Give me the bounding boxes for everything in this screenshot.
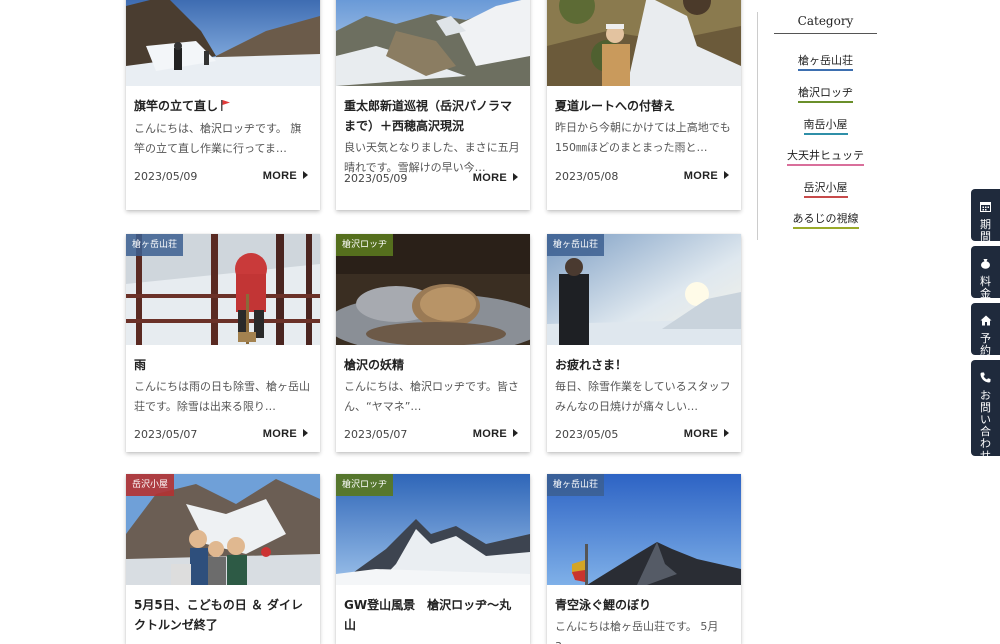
post-title[interactable]: 夏道ルートへの付替え: [555, 96, 733, 116]
post-excerpt: こんにちは、槍沢ロッヂです。 旗竿の立て直し作業に行ってま…: [134, 122, 302, 155]
post-footer: 2023/05/09 MORE: [134, 170, 312, 184]
post-excerpt: こんにちは、槍沢ロッヂです。皆さん、“ヤマネ”…: [344, 380, 519, 413]
category-link-yarigatake-sanso[interactable]: 槍ヶ岳山荘: [774, 52, 877, 71]
post-card[interactable]: 槍ヶ岳山荘 お疲れさま！ 毎日、除雪作業をしているスタッフみんなの日焼けが痛々し…: [547, 234, 741, 452]
post-footer: 2023/05/07 MORE: [134, 428, 312, 442]
side-tab-label: 予約: [980, 332, 991, 357]
post-thumbnail[interactable]: 槍ヶ岳山荘: [547, 474, 741, 585]
post-thumbnail[interactable]: 槍ヶ岳山荘: [547, 234, 741, 345]
post-card[interactable]: 槍沢ロッヂ 槍沢の妖精 こんにちは、槍沢ロッヂです。皆さん、“ヤマネ”… 202…: [336, 234, 530, 452]
arrow-right-icon: [724, 429, 729, 437]
category-link-label: 大天井ヒュッテ: [787, 149, 864, 166]
post-card[interactable]: 槍沢ロッヂ GW登山風景 槍沢ロッヂ～丸山: [336, 474, 530, 644]
more-link[interactable]: MORE: [263, 170, 308, 182]
post-date: 2023/05/09: [344, 172, 408, 185]
post-title[interactable]: 槍沢の妖精: [344, 355, 522, 375]
category-link-aruji-no-shisen[interactable]: あるじの視線: [774, 210, 877, 229]
post-title[interactable]: 青空泳ぐ鯉のぼり: [555, 595, 733, 615]
post-thumbnail[interactable]: 槍沢ロッヂ: [336, 474, 530, 585]
post-grid: 旗竿の立て直し こんにちは、槍沢ロッヂです。 旗竿の立て直し作業に行ってま… 2…: [0, 0, 760, 644]
category-link-label: あるじの視線: [792, 212, 859, 229]
side-tab-contact[interactable]: お問い合わせ: [971, 360, 1000, 462]
post-thumbnail[interactable]: [336, 0, 530, 86]
category-tag[interactable]: 槍ヶ岳山荘: [547, 474, 605, 496]
post-title[interactable]: お疲れさま！: [555, 355, 733, 375]
post-date: 2023/05/05: [555, 428, 619, 441]
post-title[interactable]: GW登山風景 槍沢ロッヂ～丸山: [344, 595, 522, 635]
phone-icon: [971, 368, 1000, 387]
post-excerpt: 昨日から今朝にかけては上高地でも150㎜ほどのまとまった雨と…: [555, 121, 731, 154]
side-tab-period[interactable]: 期間: [971, 189, 1000, 243]
more-link[interactable]: MORE: [684, 428, 729, 440]
side-tab-label: 期間: [980, 218, 991, 243]
post-excerpt: こんにちは槍ヶ岳山荘です。 5月3…: [555, 620, 719, 644]
category-tag[interactable]: 槍ヶ岳山荘: [547, 234, 605, 256]
category-link-label: 岳沢小屋: [803, 181, 848, 198]
post-thumbnail[interactable]: 岳沢小屋: [126, 474, 320, 585]
side-tab-price[interactable]: 料金: [971, 246, 1000, 300]
post-thumbnail[interactable]: 槍沢ロッヂ: [336, 234, 530, 345]
post-card[interactable]: 旗竿の立て直し こんにちは、槍沢ロッヂです。 旗竿の立て直し作業に行ってま… 2…: [126, 0, 320, 210]
category-link-otenshodake-hutte[interactable]: 大天井ヒュッテ: [774, 147, 877, 166]
money-bag-icon: [971, 254, 1000, 273]
category-link-yarisawa-lodge[interactable]: 槍沢ロッヂ: [774, 84, 877, 103]
arrow-right-icon: [303, 429, 308, 437]
post-footer: 2023/05/09 MORE: [344, 172, 522, 186]
post-thumbnail[interactable]: [126, 0, 320, 86]
category-tag[interactable]: 槍沢ロッヂ: [336, 474, 394, 496]
post-card[interactable]: 槍ヶ岳山荘 青空泳ぐ鯉のぼり こんにちは槍ヶ岳山荘です。 5月3…: [547, 474, 741, 644]
category-link-label: 槍沢ロッヂ: [798, 86, 853, 103]
arrow-right-icon: [303, 171, 308, 179]
red-flag-icon: [221, 97, 231, 117]
category-sidebar: Category 槍ヶ岳山荘 槍沢ロッヂ 南岳小屋 大天井ヒュッテ 岳沢小屋 あ…: [757, 12, 888, 240]
post-card[interactable]: 槍ヶ岳山荘 雨 こんにちは雨の日も除雪、槍ヶ岳山荘です。除雪は出来る限り… 20…: [126, 234, 320, 452]
category-link-label: 南岳小屋: [803, 118, 848, 135]
post-card[interactable]: 重太郎新道巡視（岳沢パノラマまで）＋西穂高沢現況 良い天気となりました、まさに五…: [336, 0, 530, 210]
more-link[interactable]: MORE: [473, 172, 518, 184]
post-footer: 2023/05/08 MORE: [555, 170, 733, 184]
category-link-dakesawa-goya[interactable]: 岳沢小屋: [774, 179, 877, 198]
category-heading: Category: [774, 14, 877, 34]
arrow-right-icon: [513, 173, 518, 181]
category-tag[interactable]: 槍ヶ岳山荘: [126, 234, 184, 256]
post-excerpt: 毎日、除雪作業をしているスタッフみんなの日焼けが痛々しい…: [555, 380, 731, 413]
post-date: 2023/05/09: [134, 170, 198, 183]
more-link[interactable]: MORE: [473, 428, 518, 440]
arrow-right-icon: [724, 171, 729, 179]
house-icon: [971, 311, 1000, 330]
side-tab-reservation[interactable]: 予約: [971, 303, 1000, 357]
side-tab-label: 料金: [980, 275, 991, 300]
more-link[interactable]: MORE: [684, 170, 729, 182]
category-link-label: 槍ヶ岳山荘: [798, 54, 853, 71]
calendar-icon: [971, 197, 1000, 216]
post-title[interactable]: 雨: [134, 355, 312, 375]
more-link[interactable]: MORE: [263, 428, 308, 440]
post-excerpt: こんにちは雨の日も除雪、槍ヶ岳山荘です。除雪は出来る限り…: [134, 380, 310, 413]
post-card[interactable]: 岳沢小屋 5月5日、こどもの日 ＆ ダイレクトルンゼ終了: [126, 474, 320, 644]
category-tag[interactable]: 槍沢ロッヂ: [336, 234, 394, 256]
post-date: 2023/05/08: [555, 170, 619, 183]
category-link-minamidake-goya[interactable]: 南岳小屋: [774, 116, 877, 135]
post-date: 2023/05/07: [134, 428, 198, 441]
post-footer: 2023/05/07 MORE: [344, 428, 522, 442]
category-tag[interactable]: 岳沢小屋: [126, 474, 175, 496]
post-title[interactable]: 重太郎新道巡視（岳沢パノラマまで）＋西穂高沢現況: [344, 96, 522, 136]
post-title[interactable]: 5月5日、こどもの日 ＆ ダイレクトルンゼ終了: [134, 595, 312, 635]
post-date: 2023/05/07: [344, 428, 408, 441]
arrow-right-icon: [513, 429, 518, 437]
post-footer: 2023/05/05 MORE: [555, 428, 733, 442]
side-tab-label: お問い合わせ: [980, 389, 991, 462]
post-card[interactable]: 夏道ルートへの付替え 昨日から今朝にかけては上高地でも150㎜ほどのまとまった雨…: [547, 0, 741, 210]
post-thumbnail[interactable]: 槍ヶ岳山荘: [126, 234, 320, 345]
post-title[interactable]: 旗竿の立て直し: [134, 96, 312, 117]
post-thumbnail[interactable]: [547, 0, 741, 86]
